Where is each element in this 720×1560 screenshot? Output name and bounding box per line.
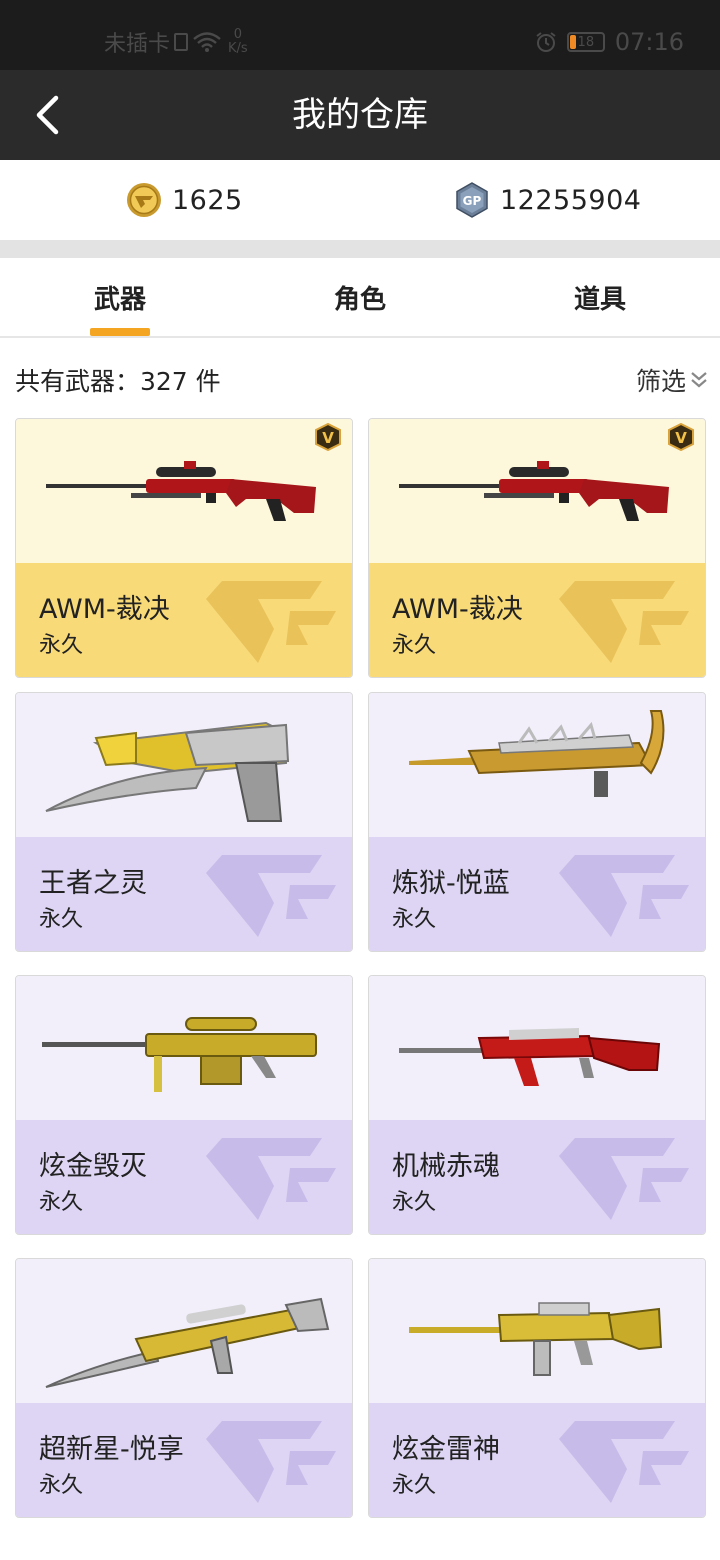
weapon-count: 共有武器：327 件 (15, 367, 221, 396)
weapon-card[interactable]: 超新星-悦享 永久 (15, 1258, 353, 1518)
cf-points: 1625 (126, 180, 243, 220)
weapon-duration: 永久 (39, 907, 84, 932)
weapon-image-area: V (369, 419, 705, 563)
vip-badge-letter: V (322, 429, 334, 447)
filter-button[interactable]: 筛选 (636, 362, 708, 398)
network-speed: 0 K/s (228, 28, 248, 56)
weapon-image-area: V (16, 419, 352, 563)
weapon-card[interactable]: 炫金毁灭 永久 (15, 975, 353, 1235)
weapon-name: AWM-裁决 (39, 594, 170, 625)
weapon-image-area (369, 976, 705, 1120)
currency-bar: 1625 GP 12255904 (0, 160, 720, 240)
page-title: 我的仓库 (292, 95, 428, 135)
weapon-card[interactable]: 机械赤魂 永久 (368, 975, 706, 1235)
chevron-left-icon (36, 95, 59, 135)
battery-icon: 18 (566, 32, 605, 52)
carbine-gold-icon (409, 1302, 663, 1376)
weapon-info: 炼狱-悦蓝 永久 (369, 837, 705, 951)
weapon-info: 炫金毁灭 永久 (16, 1120, 352, 1234)
weapon-card[interactable]: 炫金雷神 永久 (368, 1258, 706, 1518)
tab-characters[interactable]: 角色 (240, 258, 480, 338)
gp-points: GP 12255904 (454, 180, 641, 220)
battery-fill (569, 35, 576, 49)
back-button[interactable] (22, 90, 72, 140)
clock: 07:16 (614, 28, 684, 56)
vip-badge-icon: V (668, 423, 694, 451)
weapon-duration: 永久 (39, 633, 84, 658)
nav-bar: 我的仓库 (0, 70, 720, 160)
weapon-duration: 永久 (392, 633, 437, 658)
cf-logo-watermark (206, 855, 336, 937)
weapon-duration: 永久 (392, 1190, 437, 1215)
weapon-card[interactable]: V AWM-裁决 永久 (368, 418, 706, 678)
cf-points-value: 1625 (172, 184, 243, 216)
vip-badge-icon: V (315, 423, 341, 451)
gp-points-value: 12255904 (500, 184, 642, 216)
cf-logo-watermark (559, 855, 689, 937)
divider (0, 240, 720, 258)
dragon-rifle-gold-icon (409, 710, 665, 797)
status-bar: 未插卡 0 K/s 18 07:16 (0, 0, 720, 70)
weapon-name: 超新星-悦享 (39, 1434, 184, 1465)
weapon-name: AWM-裁决 (392, 594, 523, 625)
weapon-name: 机械赤魂 (392, 1151, 500, 1182)
cf-logo-watermark (206, 1421, 336, 1503)
weapon-name: 炼狱-悦蓝 (392, 868, 510, 899)
list-header: 共有武器：327 件 筛选 (0, 340, 720, 416)
tab-items[interactable]: 道具 (480, 258, 720, 338)
status-left: 未插卡 0 K/s (104, 26, 248, 58)
filter-label: 筛选 (635, 367, 686, 396)
cf-coin-icon (127, 183, 161, 217)
heavy-sniper-gold-icon (42, 1017, 317, 1092)
weapon-duration: 永久 (392, 907, 437, 932)
weapon-image-area (369, 1259, 705, 1403)
weapon-name: 王者之灵 (39, 868, 147, 899)
weapon-info: 机械赤魂 永久 (369, 1120, 705, 1234)
wifi-icon (193, 32, 221, 52)
cf-logo-watermark (559, 581, 689, 663)
weapon-image-area (369, 693, 705, 837)
weapon-info: 炫金雷神 永久 (369, 1403, 705, 1517)
assault-rifle-gold-blade-icon (45, 1297, 330, 1388)
assault-rifle-red-icon (399, 1028, 661, 1086)
status-right: 18 07:16 (535, 26, 684, 58)
vip-badge-letter: V (675, 429, 687, 447)
cf-logo-watermark (559, 1421, 689, 1503)
cf-logo-watermark (206, 581, 336, 663)
weapon-duration: 永久 (392, 1473, 437, 1498)
weapon-duration: 永久 (39, 1190, 84, 1215)
battery-level: 18 (577, 34, 595, 50)
gp-coin-label: GP (463, 194, 482, 208)
category-tabs: 武器 角色 道具 (0, 258, 720, 338)
sim-icon (174, 33, 189, 51)
weapon-card[interactable]: V AWM-裁决 永久 (15, 418, 353, 678)
sniper-rifle-red-icon (46, 461, 316, 521)
weapon-duration: 永久 (39, 1473, 84, 1498)
weapon-card[interactable]: 王者之灵 永久 (15, 692, 353, 952)
gp-coin-icon: GP (456, 182, 488, 218)
weapon-info: AWM-裁决 永久 (369, 563, 705, 677)
weapon-info: AWM-裁决 永久 (16, 563, 352, 677)
pistol-blade-gold-icon (45, 721, 290, 822)
cf-logo-watermark (559, 1138, 689, 1220)
weapon-image-area (16, 976, 352, 1120)
active-tab-indicator (90, 328, 150, 336)
network-speed-value: 0 (233, 27, 242, 42)
weapon-name: 炫金雷神 (392, 1434, 500, 1465)
sniper-rifle-red-icon (399, 461, 669, 521)
weapon-info: 王者之灵 永久 (16, 837, 352, 951)
weapon-image-area (16, 1259, 352, 1403)
weapon-card[interactable]: 炼狱-悦蓝 永久 (368, 692, 706, 952)
network-speed-unit: K/s (228, 41, 248, 56)
cf-logo-watermark (206, 1138, 336, 1220)
weapon-info: 超新星-悦享 永久 (16, 1403, 352, 1517)
double-chevron-down-icon (691, 372, 707, 388)
weapon-image-area (16, 693, 352, 837)
carrier-label: 未插卡 (104, 32, 171, 57)
tab-weapons[interactable]: 武器 (0, 258, 240, 338)
weapon-name: 炫金毁灭 (39, 1151, 147, 1182)
alarm-icon (536, 32, 556, 52)
